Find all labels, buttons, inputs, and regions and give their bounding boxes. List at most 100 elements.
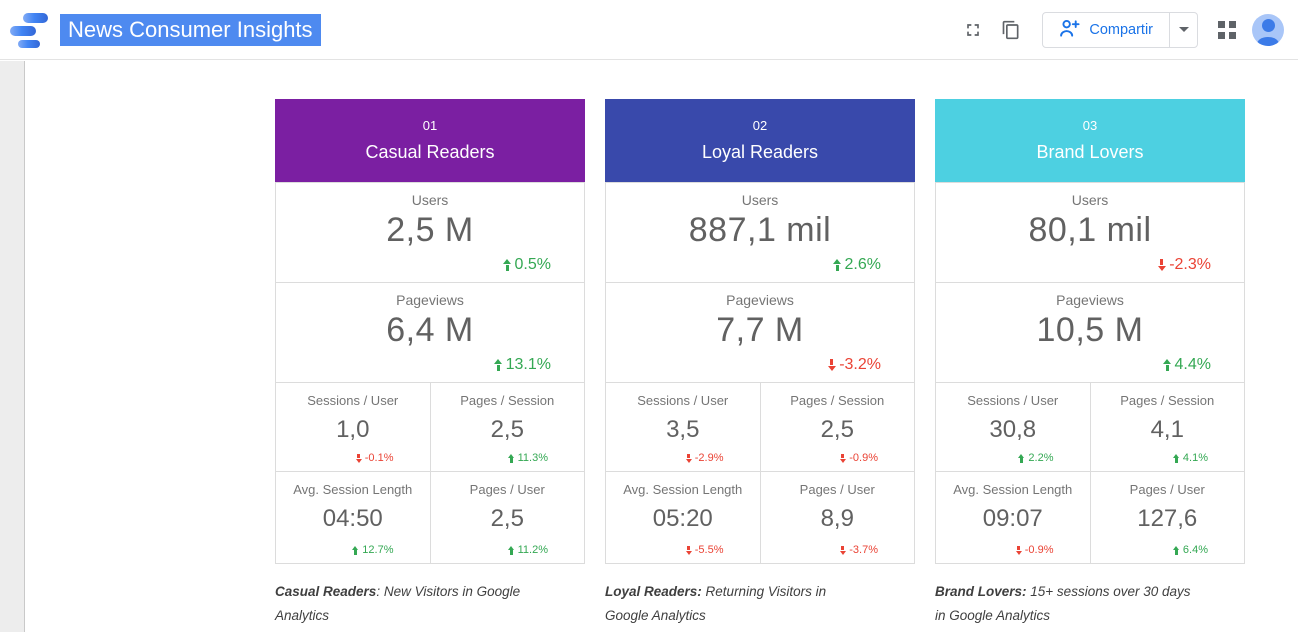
metric-row: Sessions / User 1,0 -0.1% Pages / Sessio… [276,382,584,471]
share-dropdown-button[interactable] [1169,13,1197,47]
avatar-body [1257,37,1279,46]
top-app-bar: News Consumer Insights Compartir [0,0,1298,60]
card-number: 01 [423,118,437,133]
metric-avg-session-length: Avg. Session Length 04:50 12.7% [276,472,430,563]
share-button[interactable]: Compartir [1043,13,1169,47]
metric-delta: 11.3% [508,452,548,464]
trend-arrow-icon [833,259,842,271]
metric-pages-per-session: Pages / Session 2,5 -0.9% [760,383,915,471]
card-number: 02 [753,118,767,133]
metric-label: Users [936,192,1244,208]
grid-dot [1229,21,1236,28]
user-avatar[interactable] [1252,14,1284,46]
trend-arrow-icon [494,359,503,371]
metric-label: Pages / Session [1091,393,1245,408]
card-header-brand-lovers: 03 Brand Lovers [935,99,1245,182]
caption-brand-lovers: Brand Lovers: 15+ sessions over 30 days … [935,580,1199,628]
metric-value: 4,1 [1091,416,1245,444]
metric-value: 2,5 [431,505,585,533]
metric-label: Avg. Session Length [606,482,760,497]
delta-text: 4.4% [1175,356,1211,374]
share-split-button: Compartir [1042,12,1198,48]
card-name: Brand Lovers [1036,142,1143,163]
metric-users: Users 887,1 mil 2.6% [606,183,914,282]
grid-dot [1218,32,1225,39]
delta-text: -0.9% [1025,544,1054,556]
share-button-label: Compartir [1089,22,1153,38]
delta-text: -3.2% [839,356,881,374]
metric-value: 80,1 mil [936,211,1244,250]
trend-arrow-icon [352,546,359,555]
metric-delta: -0.9% [839,452,878,464]
card-header-casual-readers: 01 Casual Readers [275,99,585,182]
trend-arrow-icon [839,454,846,463]
metric-pages-per-session: Pages / Session 4,1 4.1% [1090,383,1245,471]
metric-users: Users 80,1 mil -2.3% [936,183,1244,282]
delta-text: -2.9% [695,452,724,464]
logo-bar [18,40,40,48]
delta-text: 2.6% [845,256,881,274]
delta-text: 2.2% [1028,452,1053,464]
metric-pageviews: Pageviews 10,5 M 4.4% [936,282,1244,382]
trend-arrow-icon [839,546,846,555]
caret-down-icon [1179,27,1189,32]
metric-pageviews: Pageviews 7,7 M -3.2% [606,282,914,382]
topbar-actions: Compartir [954,11,1298,49]
metric-label: Users [606,192,914,208]
caption-casual-readers: Casual Readers: New Visitors in Google A… [275,580,539,628]
metric-delta: 12.7% [352,544,393,556]
metric-label: Sessions / User [606,393,760,408]
metric-value: 3,5 [606,416,760,444]
metric-pages-per-user: Pages / User 8,9 -3.7% [760,472,915,563]
metric-avg-session-length: Avg. Session Length 09:07 -0.9% [936,472,1090,563]
metric-pages-per-user: Pages / User 2,5 11.2% [430,472,585,563]
card-name: Casual Readers [365,142,494,163]
metric-delta: 0.5% [503,256,551,274]
copy-pages-icon[interactable] [992,11,1030,49]
apps-grid-icon[interactable] [1218,21,1236,39]
fullscreen-icon[interactable] [954,11,992,49]
trend-arrow-icon [1173,546,1180,555]
logo-bar [23,13,48,23]
logo-bar [10,26,36,36]
trend-arrow-icon [685,454,692,463]
metric-delta: -0.9% [1015,544,1054,556]
metric-pages-per-session: Pages / Session 2,5 11.3% [430,383,585,471]
person-add-icon [1059,17,1080,43]
card-header-loyal-readers: 02 Loyal Readers [605,99,915,182]
card-casual-readers: 01 Casual Readers Users 2,5 M 0.5% Pagev… [275,99,585,564]
trend-arrow-icon [1018,454,1025,463]
card-body: Users 887,1 mil 2.6% Pageviews 7,7 M -3.… [605,182,915,564]
metric-row: Avg. Session Length 09:07 -0.9% Pages / … [936,471,1244,563]
data-studio-logo-icon[interactable] [8,10,50,50]
delta-text: 11.2% [518,544,548,556]
metric-label: Pages / User [761,482,915,497]
metric-value: 8,9 [761,505,915,533]
metric-delta: 6.4% [1173,544,1208,556]
left-gutter [0,61,25,632]
metric-value: 7,7 M [606,311,914,350]
card-body: Users 2,5 M 0.5% Pageviews 6,4 M 13.1% S… [275,182,585,564]
trend-arrow-icon [355,454,362,463]
metric-row: Avg. Session Length 04:50 12.7% Pages / … [276,471,584,563]
metric-delta: 11.2% [508,544,548,556]
delta-text: -2.3% [1169,256,1211,274]
delta-text: -3.7% [849,544,878,556]
metric-label: Pages / User [1091,482,1245,497]
metric-delta: 4.1% [1173,452,1208,464]
trend-arrow-icon [685,546,692,555]
card-body: Users 80,1 mil -2.3% Pageviews 10,5 M 4.… [935,182,1245,564]
trend-arrow-icon [503,259,512,271]
metric-delta: -3.2% [827,356,881,374]
metric-delta: -2.3% [1157,256,1211,274]
trend-arrow-icon [1163,359,1172,371]
metric-avg-session-length: Avg. Session Length 05:20 -5.5% [606,472,760,563]
trend-arrow-icon [1015,546,1022,555]
delta-text: 12.7% [362,544,393,556]
delta-text: 0.5% [515,256,551,274]
metric-label: Pageviews [606,292,914,308]
metric-label: Pageviews [276,292,584,308]
report-title[interactable]: News Consumer Insights [60,14,321,46]
grid-dot [1218,21,1225,28]
metric-row: Sessions / User 30,8 2.2% Pages / Sessio… [936,382,1244,471]
